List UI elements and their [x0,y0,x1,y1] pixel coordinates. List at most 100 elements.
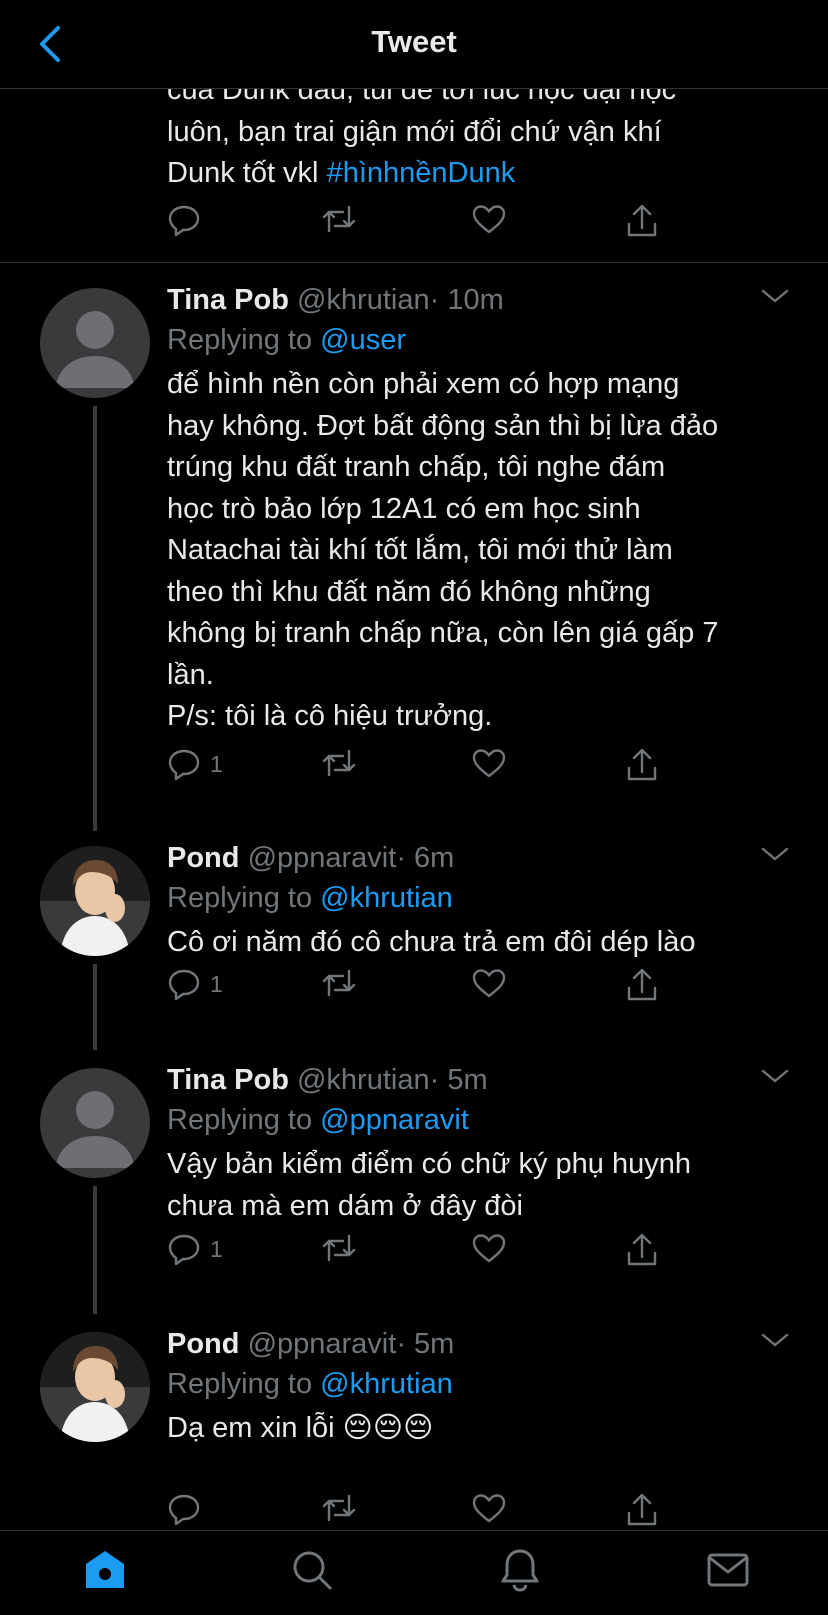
reply-button[interactable] [168,204,202,236]
author-handle[interactable]: @ppnaravit [248,1328,397,1360]
replying-to-link[interactable]: @khrutian [320,1368,453,1400]
replying-to-link[interactable]: @user [320,324,406,356]
default-avatar-icon [55,1091,135,1168]
reply-button[interactable]: 1 [168,968,223,1000]
replying-to-link[interactable]: @ppnaravit [320,1104,469,1136]
timestamp: · 10m [429,284,504,316]
retweet-icon [322,1234,356,1262]
avatar[interactable] [40,846,150,956]
reply-count: 1 [210,1235,223,1262]
avatar[interactable] [40,1068,150,1178]
reply-text: để hình nền còn phải xem có hợp mạng hay… [167,368,719,732]
author-handle[interactable]: @khrutian [297,284,430,316]
reply-actions: 1 [0,968,828,1004]
chevron-down-icon[interactable] [760,844,790,864]
tab-notifications[interactable] [495,1545,545,1595]
author-line: Tina Pob @khrutian· 5m [167,1062,488,1098]
share-button[interactable] [625,748,659,782]
page-title: Tweet [371,24,457,59]
share-icon [627,1233,657,1266]
profile-photo-icon [40,1332,150,1442]
tab-home[interactable] [80,1545,130,1595]
share-button[interactable] [625,968,659,1002]
top-bar: Tweet [0,0,828,89]
bottom-tab-bar [0,1530,828,1615]
reply-actions [0,1493,828,1529]
share-icon [627,968,657,1001]
retweet-button[interactable] [321,1493,357,1523]
author-line: Pond @ppnaravit· 5m [167,1326,454,1362]
replying-to-link[interactable]: @khrutian [320,882,453,914]
retweet-button[interactable] [321,748,357,778]
retweet-icon [322,969,356,997]
tab-messages[interactable] [703,1545,753,1595]
retweet-button[interactable] [321,1233,357,1263]
timestamp: · 6m [396,842,455,874]
author-name[interactable]: Tina Pob [167,1064,289,1096]
replying-prefix: Replying to [167,324,313,356]
chevron-down-icon[interactable] [760,1066,790,1086]
retweet-icon [322,1494,356,1522]
heart-icon [472,969,506,998]
main-tweet-text: của Dunk đâu, tui để tới lúc học đại học… [167,88,787,195]
reply-button[interactable]: 1 [168,748,223,780]
avatar[interactable] [40,1332,150,1442]
author-handle[interactable]: @khrutian [297,1064,430,1096]
reply-icon [168,1494,200,1525]
reply-actions: 1 [0,1233,828,1269]
replying-prefix: Replying to [167,1104,313,1136]
tab-search[interactable] [287,1545,337,1595]
share-button[interactable] [625,204,659,238]
heart-icon [472,205,506,234]
author-line: Tina Pob @khrutian· 10m [167,282,504,318]
replying-to: Replying to @user [167,322,406,358]
like-button[interactable] [472,748,506,778]
reply-text: Dạ em xin lỗi 😔😔😔 [167,1412,434,1444]
profile-photo-icon [40,846,150,956]
reply-text: Cô ơi năm đó cô chưa trả em đôi dép lào [167,926,696,958]
author-handle[interactable]: @ppnaravit [248,842,397,874]
reply-icon [168,969,200,1000]
author-name[interactable]: Pond [167,842,240,874]
share-icon [627,1493,657,1526]
home-icon [86,1551,124,1588]
reply-button[interactable]: 1 [168,1233,223,1265]
reply-icon [168,1234,200,1265]
replying-to: Replying to @ppnaravit [167,1102,469,1138]
heart-icon [472,1494,506,1523]
share-button[interactable] [625,1493,659,1527]
reply-button[interactable] [168,1493,202,1525]
default-avatar-icon [55,311,135,388]
share-icon [627,748,657,781]
share-button[interactable] [625,1233,659,1267]
author-name[interactable]: Pond [167,1328,240,1360]
like-button[interactable] [472,204,506,234]
like-button[interactable] [472,1493,506,1523]
retweet-button[interactable] [321,968,357,998]
like-button[interactable] [472,1233,506,1263]
retweet-icon [322,749,356,777]
mail-icon [707,1553,749,1587]
chevron-down-icon[interactable] [760,286,790,306]
divider [0,262,828,263]
replying-prefix: Replying to [167,1368,313,1400]
author-name[interactable]: Tina Pob [167,284,289,316]
reply-count: 1 [210,750,223,777]
heart-icon [472,749,506,778]
timestamp: · 5m [396,1328,455,1360]
chevron-down-icon[interactable] [760,1330,790,1350]
reply-icon [168,749,200,780]
tweet-thread[interactable]: của Dunk đâu, tui để tới lúc học đại học… [0,88,828,1530]
retweet-icon [322,205,356,233]
avatar[interactable] [40,288,150,398]
reply-actions: 1 [0,748,828,784]
timestamp: · 5m [429,1064,488,1096]
retweet-button[interactable] [321,204,357,234]
bell-icon [501,1549,539,1592]
reply-text: Vậy bản kiểm điểm có chữ ký phụ huynh ch… [167,1148,691,1222]
like-button[interactable] [472,968,506,998]
author-line: Pond @ppnaravit· 6m [167,840,454,876]
replying-to: Replying to @khrutian [167,880,453,916]
hashtag-link[interactable]: #hìnhnềnDunk [327,157,516,189]
search-icon [293,1551,332,1590]
